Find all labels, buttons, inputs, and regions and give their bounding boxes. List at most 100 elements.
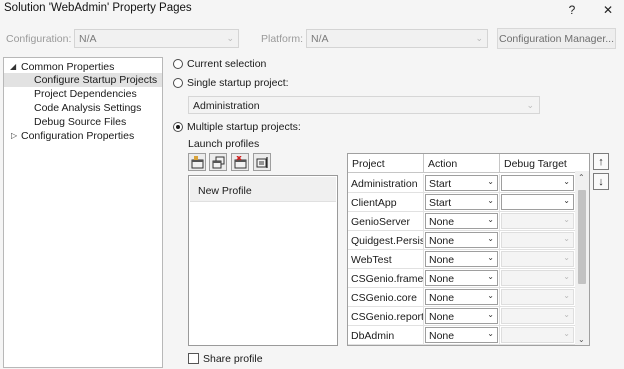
table-row[interactable]: WebTest None ⌄ ⌄ [348, 250, 576, 269]
chevron-down-icon: ⌄ [487, 329, 494, 338]
tree-item-label: Configuration Properties [21, 130, 135, 142]
single-startup-label[interactable]: Single startup project: [187, 77, 289, 89]
debug-target-combo[interactable]: ⌄ [501, 175, 574, 191]
debug-target-cell: ⌄ [500, 250, 576, 269]
chevron-down-icon: ⌄ [487, 272, 494, 281]
move-down-button[interactable]: ↓ [593, 173, 609, 190]
action-cell: None ⌄ [424, 307, 500, 326]
delete-profile-button[interactable] [231, 153, 249, 171]
chevron-down-icon: ⌄ [563, 177, 570, 186]
tree-item-common-properties[interactable]: ◢ Common Properties [4, 60, 162, 74]
configuration-manager-button[interactable]: Configuration Manager... [497, 28, 616, 49]
configuration-combo[interactable]: N/A ⌄ [74, 29, 239, 48]
debug-target-combo[interactable]: ⌄ [501, 327, 574, 343]
startup-projects-grid[interactable]: Project Action Debug Target Administrati… [347, 153, 590, 346]
action-value: Start [429, 178, 452, 190]
scroll-down-icon[interactable]: ⌄ [578, 335, 585, 344]
action-combo[interactable]: Start ⌄ [425, 175, 498, 191]
move-up-button[interactable]: ↑ [593, 153, 609, 170]
project-name-cell: CSGenio.core [348, 288, 424, 307]
tree-item-label: Common Properties [21, 61, 115, 73]
action-combo[interactable]: Start ⌄ [425, 194, 498, 210]
current-selection-label[interactable]: Current selection [187, 58, 266, 70]
scrollbar-thumb[interactable] [578, 190, 586, 284]
scroll-up-icon[interactable]: ⌃ [578, 173, 585, 182]
new-profile-icon [191, 156, 204, 169]
tree-item-configuration-properties[interactable]: ▷ Configuration Properties [4, 129, 162, 143]
action-combo[interactable]: None ⌄ [425, 327, 498, 343]
properties-tree[interactable]: ◢ Common Properties Configure Startup Pr… [3, 57, 163, 368]
debug-target-combo[interactable]: ⌄ [501, 251, 574, 267]
close-button[interactable]: ✕ [594, 0, 622, 20]
single-startup-radio[interactable] [173, 78, 183, 88]
profile-item[interactable]: New Profile [190, 177, 336, 202]
current-selection-radio[interactable] [173, 59, 183, 69]
tree-item-configure-startup-projects[interactable]: Configure Startup Projects [4, 73, 162, 87]
launch-profiles-list[interactable]: New Profile [188, 175, 338, 346]
share-profile-label[interactable]: Share profile [203, 353, 263, 365]
launch-profiles-label: Launch profiles [188, 138, 260, 150]
action-cell: Start ⌄ [424, 193, 500, 212]
debug-target-cell: ⌄ [500, 288, 576, 307]
debug-target-cell: ⌄ [500, 269, 576, 288]
action-combo[interactable]: None ⌄ [425, 213, 498, 229]
action-value: None [429, 273, 455, 285]
table-row[interactable]: GenioServer None ⌄ ⌄ [348, 212, 576, 231]
action-combo[interactable]: None ⌄ [425, 289, 498, 305]
chevron-down-icon: ⌄ [563, 253, 570, 262]
action-value: Start [429, 197, 452, 209]
single-startup-combo[interactable]: Administration ⌄ [188, 96, 540, 114]
tree-item-code-analysis-settings[interactable]: Code Analysis Settings [4, 101, 162, 115]
column-header-action[interactable]: Action [424, 154, 500, 173]
action-value: None [429, 254, 455, 266]
project-name-cell: GenioServer [348, 212, 424, 231]
project-name-cell: Quidgest.Persistence [348, 231, 424, 250]
action-combo[interactable]: None ⌄ [425, 251, 498, 267]
action-combo[interactable]: None ⌄ [425, 232, 498, 248]
action-combo[interactable]: None ⌄ [425, 270, 498, 286]
debug-target-combo[interactable]: ⌄ [501, 270, 574, 286]
rename-profile-icon [256, 157, 268, 168]
delete-profile-icon [234, 156, 247, 169]
tree-item-debug-source-files[interactable]: Debug Source Files [4, 115, 162, 129]
help-button[interactable]: ? [558, 0, 586, 20]
multiple-startup-label[interactable]: Multiple startup projects: [187, 121, 301, 133]
new-profile-button[interactable] [188, 153, 206, 171]
table-row[interactable]: CSGenio.reporting None ⌄ ⌄ [348, 307, 576, 326]
chevron-down-icon: ⌄ [487, 291, 494, 300]
grid-scrollbar[interactable]: ⌃ ⌄ [575, 171, 589, 345]
multiple-startup-radio[interactable] [173, 122, 183, 132]
chevron-down-icon: ⌄ [487, 234, 494, 243]
action-cell: None ⌄ [424, 231, 500, 250]
action-value: None [429, 311, 455, 323]
column-header-project[interactable]: Project [348, 154, 424, 173]
debug-target-cell: ⌄ [500, 193, 576, 212]
arrow-up-icon: ↑ [598, 155, 604, 168]
share-profile-checkbox[interactable] [188, 353, 199, 364]
debug-target-combo[interactable]: ⌄ [501, 194, 574, 210]
table-row[interactable]: DbAdmin None ⌄ ⌄ [348, 326, 576, 345]
table-row[interactable]: Administration Start ⌄ ⌄ [348, 174, 576, 193]
chevron-down-icon: ⌄ [563, 291, 570, 300]
action-combo[interactable]: None ⌄ [425, 308, 498, 324]
debug-target-cell: ⌄ [500, 212, 576, 231]
debug-target-combo[interactable]: ⌄ [501, 289, 574, 305]
tree-item-label: Debug Source Files [34, 116, 127, 128]
table-row[interactable]: CSGenio.core None ⌄ ⌄ [348, 288, 576, 307]
debug-target-cell: ⌄ [500, 307, 576, 326]
expanded-triangle-icon[interactable]: ◢ [10, 62, 16, 71]
debug-target-combo[interactable]: ⌄ [501, 213, 574, 229]
help-icon: ? [568, 3, 576, 17]
project-name-cell: CSGenio.framework [348, 269, 424, 288]
debug-target-combo[interactable]: ⌄ [501, 308, 574, 324]
tree-item-project-dependencies[interactable]: Project Dependencies [4, 87, 162, 101]
debug-target-combo[interactable]: ⌄ [501, 232, 574, 248]
table-row[interactable]: ClientApp Start ⌄ ⌄ [348, 193, 576, 212]
platform-combo[interactable]: N/A ⌄ [306, 29, 488, 48]
collapsed-triangle-icon[interactable]: ▷ [11, 131, 17, 140]
debug-target-cell: ⌄ [500, 174, 576, 193]
table-row[interactable]: CSGenio.framework None ⌄ ⌄ [348, 269, 576, 288]
rename-profile-button[interactable] [253, 153, 271, 171]
table-row[interactable]: Quidgest.Persistence None ⌄ ⌄ [348, 231, 576, 250]
copy-profile-button[interactable] [209, 153, 227, 171]
